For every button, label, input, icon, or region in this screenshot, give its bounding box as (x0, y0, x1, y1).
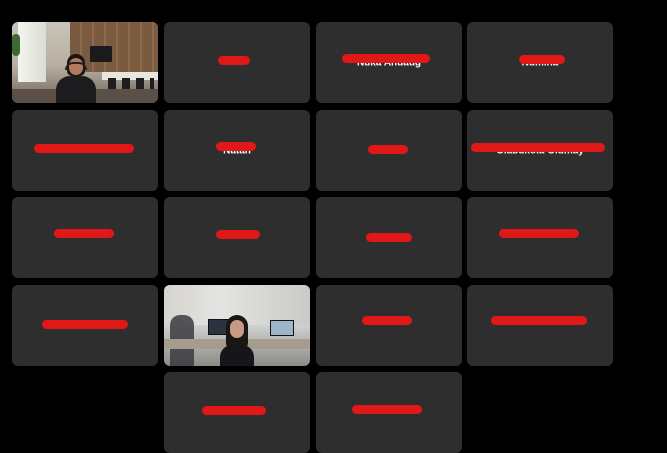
participant-person (56, 54, 96, 103)
redaction-mark (499, 229, 579, 238)
background-window (18, 22, 46, 82)
redaction-mark (218, 56, 250, 65)
participant-person (220, 315, 254, 366)
participant-video-tile[interactable] (164, 285, 310, 366)
participant-video-tile[interactable] (12, 22, 158, 103)
redaction-mark (491, 316, 587, 325)
background-plant (12, 34, 20, 56)
redaction-mark (342, 54, 430, 63)
redaction-mark (471, 143, 605, 152)
participant-tile[interactable] (467, 197, 613, 278)
participant-tile[interactable] (316, 372, 462, 453)
participant-tile[interactable] (316, 110, 462, 191)
participant-tile[interactable] (467, 285, 613, 366)
redaction-mark (202, 406, 266, 415)
redaction-mark (368, 145, 408, 154)
video-gallery: Nuka Anuaug Numina Natan Olabukola Oluma… (0, 0, 667, 453)
participant-tile[interactable] (316, 197, 462, 278)
background-monitor (270, 320, 294, 336)
redaction-mark (519, 55, 565, 64)
participant-tile[interactable] (12, 285, 158, 366)
redaction-mark (216, 230, 260, 239)
participant-tile[interactable]: Numina (467, 22, 613, 103)
redaction-mark (34, 144, 134, 153)
redaction-mark (362, 316, 412, 325)
redaction-mark (216, 142, 256, 151)
participant-tile[interactable] (12, 110, 158, 191)
redaction-mark (42, 320, 128, 329)
redaction-mark (54, 229, 114, 238)
redaction-mark (352, 405, 422, 414)
participant-tile[interactable]: Nuka Anuaug (316, 22, 462, 103)
participant-tile[interactable] (164, 22, 310, 103)
participant-tile[interactable] (12, 197, 158, 278)
participant-tile[interactable] (164, 372, 310, 453)
redaction-mark (366, 233, 412, 242)
participant-tile[interactable]: Natan (164, 110, 310, 191)
participant-tile[interactable] (164, 197, 310, 278)
participant-tile[interactable]: Olabukola Olumay (467, 110, 613, 191)
participant-tile[interactable] (316, 285, 462, 366)
headset-icon (65, 62, 87, 70)
